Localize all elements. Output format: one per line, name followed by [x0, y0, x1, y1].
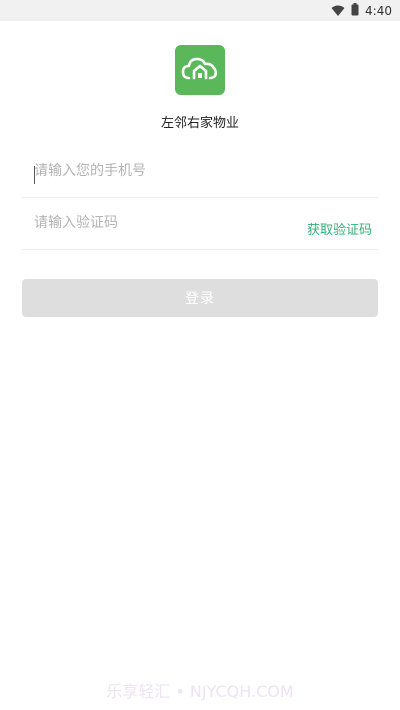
status-icons: 4:40 [331, 0, 392, 21]
status-bar: 4:40 [0, 0, 400, 21]
cloud-home-icon [181, 54, 219, 86]
app-name: 左邻右家物业 [160, 116, 239, 131]
status-time: 4:40 [365, 3, 392, 18]
code-input[interactable] [34, 212, 294, 234]
watermark: 乐享轻汇 • NJYCQH.COM [106, 682, 294, 701]
get-code-button[interactable]: 获取验证码 [307, 219, 372, 238]
text-cursor [34, 166, 35, 184]
phone-field[interactable] [22, 145, 378, 198]
code-field[interactable]: 获取验证码 [22, 197, 378, 250]
wifi-icon [331, 5, 345, 17]
battery-icon [351, 2, 359, 19]
phone-input[interactable] [34, 160, 294, 182]
app-logo [175, 45, 225, 95]
login-button[interactable]: 登录 [22, 279, 378, 317]
